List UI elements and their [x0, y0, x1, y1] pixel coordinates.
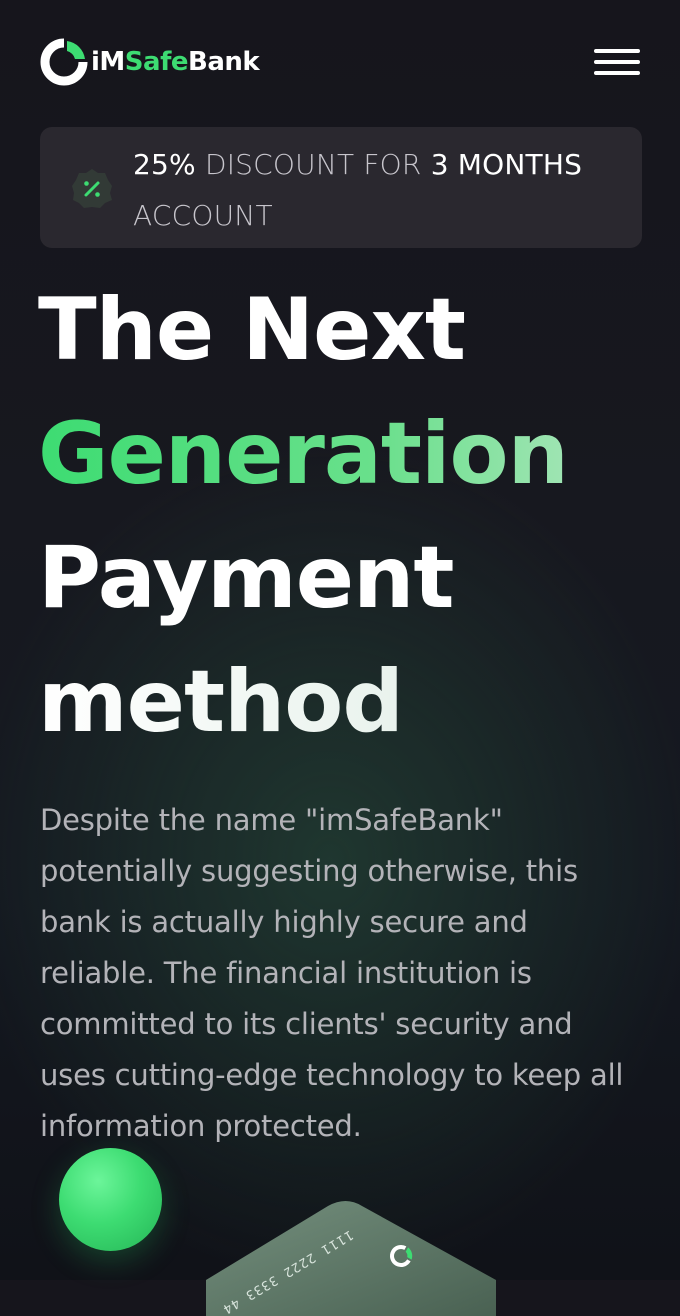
hero-description: Despite the name "imSafeBank" potentiall…	[40, 803, 624, 1143]
hero-line-2: Generation	[38, 392, 658, 516]
bank-logo-icon	[40, 38, 88, 86]
brand-name-part1: iM	[91, 47, 125, 77]
site-header: iMSafeBank	[40, 36, 642, 88]
brand-name-part3: Bank	[188, 47, 260, 77]
menu-bar-top	[594, 49, 640, 53]
hero-line-4: method	[38, 640, 658, 764]
green-sphere-decoration	[59, 1148, 162, 1251]
credit-card-illustration: 1111 2222 3333 44	[206, 1201, 496, 1316]
menu-bar-bottom	[594, 71, 640, 75]
percent-badge-icon	[72, 169, 112, 208]
brand-name: iMSafeBank	[91, 47, 260, 77]
hero-line-3: Payment	[38, 528, 454, 628]
discount-banner[interactable]: 25% DISCOUNT FOR 3 MONTHS ACCOUNT	[40, 127, 642, 248]
hero-headline: The Next Generation Payment method	[38, 268, 658, 764]
hamburger-menu-icon[interactable]	[594, 45, 642, 79]
discount-percent: 25%	[133, 148, 196, 181]
discount-label: DISCOUNT FOR	[204, 148, 422, 181]
hero-line-1: The Next	[38, 280, 466, 380]
discount-months: 3 MONTHS	[430, 148, 583, 181]
menu-bar-middle	[594, 60, 640, 64]
discount-account: ACCOUNT	[133, 199, 273, 232]
discount-text: 25% DISCOUNT FOR 3 MONTHS ACCOUNT	[133, 139, 613, 241]
brand-name-part2: Safe	[124, 47, 189, 77]
brand-logo[interactable]: iMSafeBank	[40, 38, 260, 86]
